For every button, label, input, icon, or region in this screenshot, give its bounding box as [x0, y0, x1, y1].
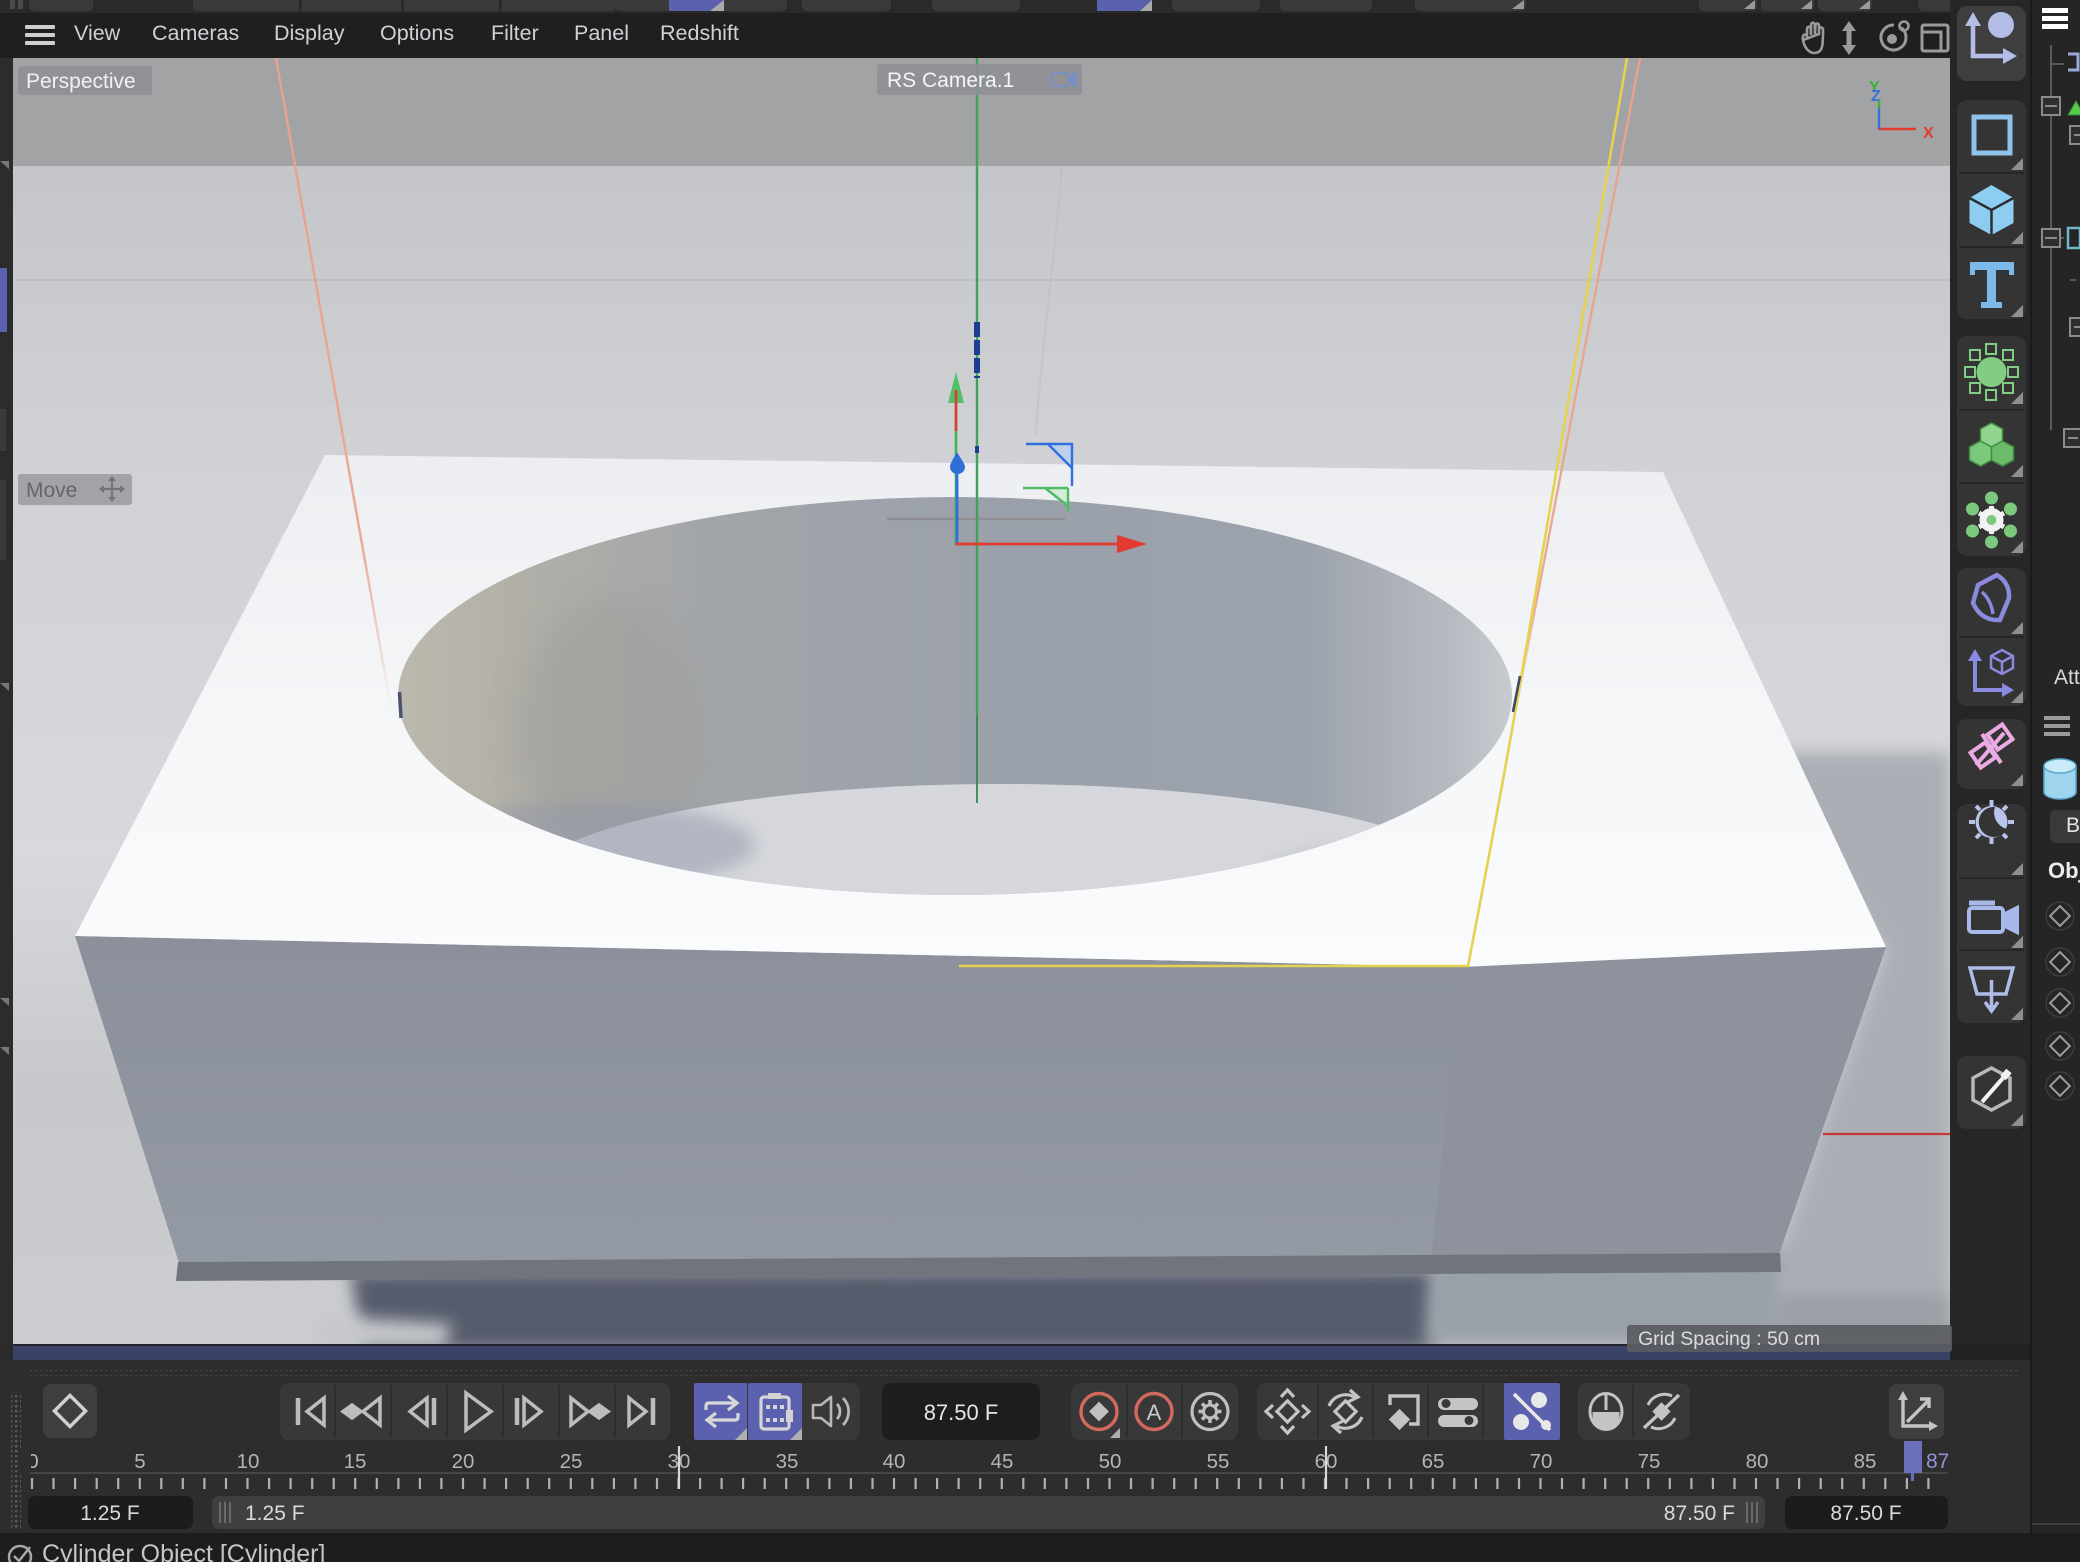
svg-text:87: 87 — [1926, 1450, 1949, 1473]
svg-text:1.25 F: 1.25 F — [80, 1502, 140, 1525]
svg-text:Perspective: Perspective — [26, 70, 136, 93]
svg-text:20: 20 — [452, 1450, 475, 1473]
svg-text:15: 15 — [344, 1450, 367, 1473]
svg-text:10: 10 — [237, 1450, 260, 1473]
svg-text:65: 65 — [1422, 1450, 1445, 1473]
svg-text:40: 40 — [883, 1450, 906, 1473]
svg-text:87.50 F: 87.50 F — [1664, 1502, 1735, 1525]
svg-text:35: 35 — [776, 1450, 799, 1473]
svg-text:RS Camera.1: RS Camera.1 — [887, 69, 1014, 92]
svg-text:Move: Move — [26, 479, 77, 502]
svg-text:85: 85 — [1854, 1450, 1877, 1473]
svg-text:1.25 F: 1.25 F — [245, 1502, 305, 1525]
svg-text:X: X — [1923, 125, 1934, 142]
svg-text:75: 75 — [1638, 1450, 1661, 1473]
svg-text:80: 80 — [1746, 1450, 1769, 1473]
svg-text:50: 50 — [1099, 1450, 1122, 1473]
svg-text:55: 55 — [1207, 1450, 1230, 1473]
svg-text:25: 25 — [560, 1450, 583, 1473]
svg-text:87.50 F: 87.50 F — [1830, 1502, 1901, 1525]
svg-text:5: 5 — [134, 1450, 145, 1473]
svg-text:87.50 F: 87.50 F — [924, 1400, 999, 1425]
svg-text:45: 45 — [991, 1450, 1014, 1473]
svg-text:70: 70 — [1530, 1450, 1553, 1473]
svg-text:A: A — [1147, 1400, 1162, 1425]
